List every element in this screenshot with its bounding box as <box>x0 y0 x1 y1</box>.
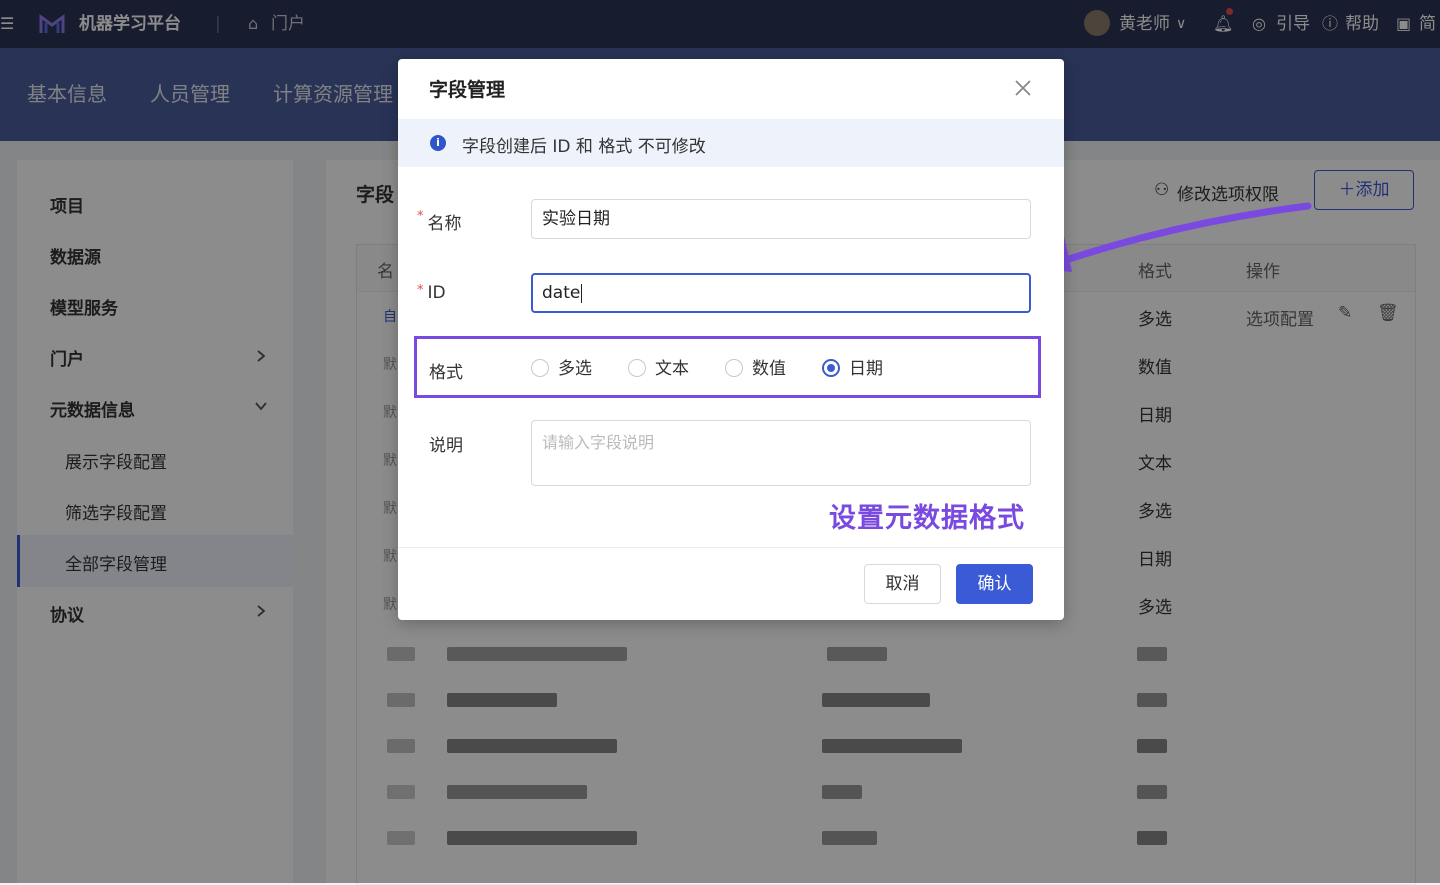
notice-banner: i 字段创建后 ID 和 格式 不可修改 <box>398 119 1064 167</box>
name-label: * 名称 <box>417 209 462 234</box>
close-icon[interactable] <box>1012 77 1034 99</box>
dialog-title: 字段管理 <box>429 79 506 101</box>
description-textarea[interactable]: 请输入字段说明 <box>531 420 1031 486</box>
description-label: 说明 <box>429 436 463 456</box>
notice-text: 字段创建后 ID 和 格式 不可修改 <box>462 137 706 157</box>
info-icon: i <box>430 135 446 151</box>
radio-label: 多选 <box>558 359 592 379</box>
id-label: * ID <box>417 283 446 303</box>
id-input[interactable]: date <box>531 273 1031 313</box>
annotation-arrow <box>1026 202 1312 272</box>
radio-circle-selected <box>822 359 840 377</box>
radio-label: 日期 <box>849 359 883 379</box>
radio-circle <box>531 359 549 377</box>
annotation-text: 设置元数据格式 <box>829 503 1025 534</box>
text-caret <box>581 283 583 303</box>
radio-circle <box>725 359 743 377</box>
format-label: 格式 <box>429 363 463 383</box>
confirm-button[interactable]: 确认 <box>956 564 1033 604</box>
cancel-button[interactable]: 取消 <box>864 564 941 604</box>
dialog-footer-divider <box>398 547 1064 548</box>
radio-label: 数值 <box>752 359 786 379</box>
radio-circle <box>628 359 646 377</box>
id-input-value: date <box>542 283 581 303</box>
name-input[interactable]: 实验日期 <box>531 199 1031 239</box>
radio-label: 文本 <box>655 359 689 379</box>
field-management-dialog: 字段管理 i 字段创建后 ID 和 格式 不可修改 * 名称 实验日期 * ID d… <box>398 59 1064 620</box>
